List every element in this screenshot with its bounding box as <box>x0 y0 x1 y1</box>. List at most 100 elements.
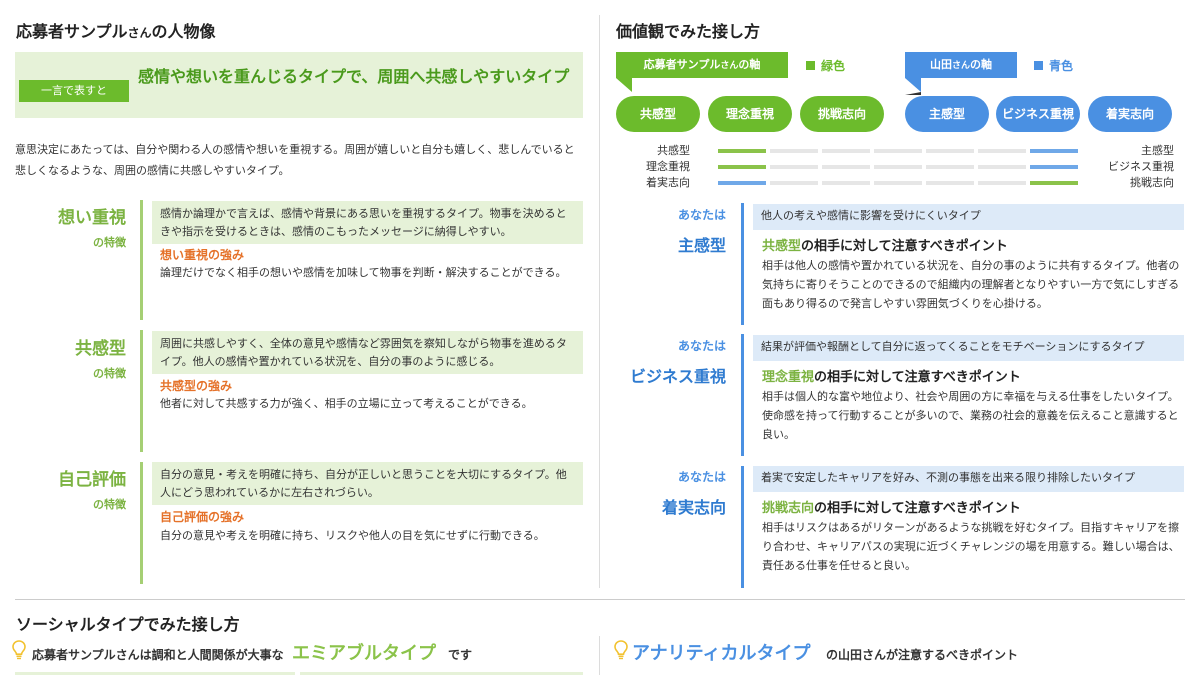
bar-segment <box>1030 165 1078 169</box>
axis-header-yamada: 山田さんの軸 <box>905 52 1017 78</box>
advice-title-rest: の相手に対して注意すべきポイント <box>801 239 1008 254</box>
trait-divider-line <box>140 330 143 452</box>
summary-text: 感情や想いを重んじるタイプで、周囲へ共感しやすいタイプ <box>138 67 570 86</box>
bar-segment <box>874 181 922 185</box>
strength-text: 自分の意見や考えを明確に持ち、リスクや他人の目を気にせずに行動できる。 <box>160 529 545 542</box>
bar-segment <box>874 165 922 169</box>
trait-divider-line <box>140 200 143 320</box>
legend-green-square <box>806 61 815 70</box>
advice-text: 相手は個人的な富や地位より、社会や周囲の方に幸福を与える仕事をしたいタイプ。使命… <box>762 390 1179 441</box>
bottom-divider <box>15 599 1185 600</box>
persona-description: 意思決定にあたっては、自分や関わる人の感情や想いを重視する。周囲が嬉しいと自分も… <box>15 143 575 177</box>
advice-title: 理念重視の相手に対して注意すべきポイント <box>762 366 1021 385</box>
trait-description-box: 周囲に共感しやすく、全体の意見や感情など雰囲気を察知しながら物事を進めるタイプ。… <box>152 331 583 374</box>
you-type: 主感型 <box>677 236 726 255</box>
trait-sub: の特徴 <box>93 367 126 380</box>
bar-segment <box>1030 181 1078 185</box>
trait-divider-line <box>140 462 143 584</box>
legend-blue-square <box>1034 61 1043 70</box>
advice-title-rest: の相手に対して注意すべきポイント <box>814 370 1021 385</box>
value-bars: 共感型 理念重視 着実志向 主感型 ビジネス重視 挑戦志向 <box>620 143 1180 193</box>
pill-applicant-3: 挑戦志向 <box>800 96 884 132</box>
advice-text: 相手は他人の感情や置かれている状況を、自分の事のように共有するタイプ。他者の気持… <box>762 259 1180 310</box>
strength-title: 想い重視の強み <box>160 248 245 262</box>
trait-name: 共感型 <box>75 339 126 359</box>
advice-box: 他人の考えや感情に影響を受けにくいタイプ <box>753 204 1184 230</box>
pill-yamada-3: 着実志向 <box>1088 96 1172 132</box>
you-type: ビジネス重視 <box>629 367 726 386</box>
trait-name: 自己評価 <box>58 470 126 490</box>
bar-segment <box>718 181 766 185</box>
advice-divider-line <box>741 334 744 456</box>
advice-divider-line <box>741 466 744 588</box>
bar-segment <box>822 165 870 169</box>
advice-title-highlight: 共感型 <box>762 239 802 254</box>
lightbulb-icon-svg <box>614 640 628 660</box>
axis-yamada-san: さん <box>951 61 970 71</box>
legend-blue-text: 青色 <box>1049 59 1074 73</box>
strength-text: 他者に対して共感する力が強く、相手の立場に立って考えることができる。 <box>160 397 533 410</box>
persona-title-rest: の人物像 <box>151 22 216 41</box>
you-label: あなたは <box>677 339 726 353</box>
bar-tracks <box>718 143 1082 193</box>
pill-yamada-2: ビジネス重視 <box>996 96 1080 132</box>
axis-applicant-name: 応募者サンプル <box>643 58 721 71</box>
trait-sub: の特徴 <box>93 236 126 249</box>
axis-header-applicant: 応募者サンプルさんの軸 <box>616 52 788 78</box>
bar-segment <box>1030 149 1078 153</box>
social-right-type: アナリティカルタイプ <box>632 643 811 664</box>
axis-pointer-blue <box>905 78 921 95</box>
bar-segment <box>926 149 974 153</box>
advice-box: 結果が評価や報酬として自分に返ってくることをモチベーションにするタイプ <box>753 335 1184 361</box>
bar-right-label: 挑戦志向 <box>1130 176 1174 189</box>
trait-sub: の特徴 <box>93 498 126 511</box>
bar-segment <box>874 149 922 153</box>
pill-applicant-1: 共感型 <box>616 96 700 132</box>
bar-segment <box>822 181 870 185</box>
bar-segment <box>926 181 974 185</box>
bar-segment <box>978 181 1026 185</box>
persona-title: 応募者サンプルさんの人物像 <box>16 18 216 42</box>
values-title: 価値観でみた接し方 <box>616 22 761 41</box>
you-type: 着実志向 <box>661 498 726 517</box>
bar-segment <box>978 149 1026 153</box>
bar-segment <box>978 165 1026 169</box>
trait-description-box: 感情か論理かで言えば、感情や背景にある思いを重視するタイプ。物事を決めるときや指… <box>152 201 583 244</box>
axis-applicant-suffix: の軸 <box>738 58 761 71</box>
legend-green-text: 緑色 <box>821 59 846 73</box>
bar-segment <box>770 181 818 185</box>
bottom-column-divider <box>599 636 600 675</box>
axis-applicant-san: さん <box>720 61 739 71</box>
social-left-suffix: です <box>448 648 473 662</box>
social-right-suffix: の山田さんが注意するべきポイント <box>826 648 1019 662</box>
bar-segment <box>822 149 870 153</box>
advice-title-highlight: 挑戦志向 <box>762 501 815 516</box>
bar-segment <box>770 149 818 153</box>
social-type-title: ソーシャルタイプでみた接し方 <box>16 615 240 634</box>
pill-applicant-2: 理念重視 <box>708 96 792 132</box>
bar-left-label: 共感型 <box>657 144 690 157</box>
lightbulb-icon <box>12 640 26 664</box>
pill-yamada-1: 主感型 <box>905 96 989 132</box>
you-label: あなたは <box>677 470 726 484</box>
bar-segment <box>718 149 766 153</box>
trait-description-box: 自分の意見・考えを明確に持ち、自分が正しいと思うことを大切にするタイプ。他人にど… <box>152 462 583 505</box>
axis-yamada-suffix: の軸 <box>970 58 992 71</box>
trait-name: 想い重視 <box>58 208 126 228</box>
bar-right-label: 主感型 <box>1141 144 1174 157</box>
strength-text: 論理だけでなく相手の想いや感情を加味して物事を判断・解決することができる。 <box>160 266 567 279</box>
summary-tag: 一言で表すと <box>19 80 129 102</box>
strength-title: 共感型の強み <box>160 379 233 393</box>
advice-title-highlight: 理念重視 <box>762 370 815 385</box>
lightbulb-icon-svg <box>12 640 26 660</box>
advice-title: 共感型の相手に対して注意すべきポイント <box>762 235 1008 254</box>
advice-title-rest: の相手に対して注意すべきポイント <box>814 501 1021 516</box>
bar-segment <box>926 165 974 169</box>
bar-left-label: 理念重視 <box>646 160 690 173</box>
bar-right-label: ビジネス重視 <box>1108 160 1174 173</box>
advice-box: 着実で安定したキャリアを好み、不測の事態を出来る限り排除したいタイプ <box>753 466 1184 492</box>
lightbulb-icon <box>614 640 628 664</box>
persona-title-san: さん <box>127 26 152 40</box>
axis-pointer-green <box>616 78 632 92</box>
strength-title: 自己評価の強み <box>160 510 245 524</box>
